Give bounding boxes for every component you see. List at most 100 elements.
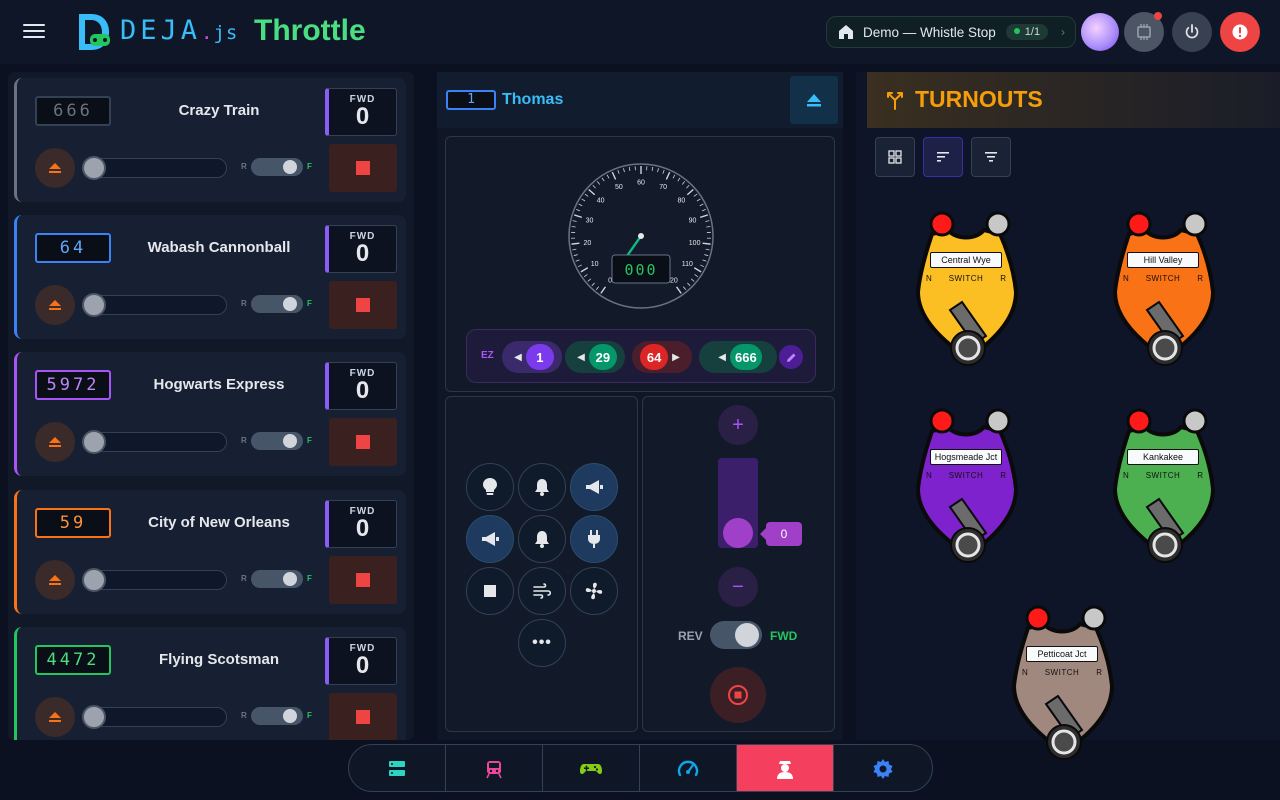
gauge-tick xyxy=(706,226,711,228)
alert-dot xyxy=(1154,12,1162,20)
turnout-switch[interactable]: Hogsmeade Jct N SWITCH R xyxy=(912,405,1032,575)
turnout-state-labels: N SWITCH R xyxy=(1022,668,1102,677)
nav-server[interactable] xyxy=(349,745,446,791)
nav-gamepad[interactable] xyxy=(543,745,640,791)
reverse-label: R xyxy=(1197,471,1203,480)
consist-loco-chip[interactable]: ◀ 29 xyxy=(565,341,625,373)
plus-icon: + xyxy=(732,413,744,436)
bell-icon xyxy=(535,531,549,548)
function-horn-2-button[interactable] xyxy=(466,515,514,563)
stop-button[interactable] xyxy=(329,693,397,740)
layout-selector[interactable]: Demo — Whistle Stop 1/1 › xyxy=(826,16,1076,48)
fwd-label: FWD xyxy=(770,629,798,643)
turnout-switch[interactable]: Petticoat Jct N SWITCH R xyxy=(1008,602,1128,772)
speed-slider[interactable] xyxy=(82,156,227,180)
megaphone-icon xyxy=(482,532,499,546)
nav-train[interactable] xyxy=(446,745,543,791)
speed-down-button[interactable]: − xyxy=(718,567,758,607)
function-bell-2-button[interactable] xyxy=(518,515,566,563)
reverse-label: R xyxy=(1000,274,1006,283)
function-fan-button[interactable] xyxy=(570,567,618,615)
release-loco-button[interactable] xyxy=(35,560,75,600)
speed-slider[interactable] xyxy=(82,430,227,454)
rev-short-label: R xyxy=(241,436,247,445)
consist-loco-chip[interactable]: ◀ 1 xyxy=(502,341,562,373)
direction-toggle[interactable] xyxy=(710,621,762,649)
speed-slider[interactable] xyxy=(82,568,227,592)
filter-button[interactable] xyxy=(971,137,1011,177)
direction-toggle[interactable] xyxy=(251,570,303,588)
function-light-button[interactable] xyxy=(466,463,514,511)
slider-knob[interactable] xyxy=(82,430,106,454)
speed-slider[interactable] xyxy=(82,705,227,729)
release-loco-button[interactable] xyxy=(790,76,838,124)
grid-view-button[interactable] xyxy=(875,137,915,177)
throttle-loco-name: Thomas xyxy=(502,91,564,108)
function-bell-button[interactable] xyxy=(518,463,566,511)
loco-name: Crazy Train xyxy=(178,102,260,119)
direction-toggle[interactable] xyxy=(251,295,303,313)
slider-knob[interactable] xyxy=(82,293,106,317)
pencil-icon xyxy=(786,353,795,362)
turnout-state-labels: N SWITCH R xyxy=(1123,274,1203,283)
release-loco-button[interactable] xyxy=(35,285,75,325)
roster-card[interactable]: 5972 Hogwarts Express FWD 0 R F xyxy=(14,352,406,476)
roster-card[interactable]: 64 Wabash Cannonball FWD 0 R F xyxy=(14,215,406,339)
edit-consist-button[interactable] xyxy=(779,345,803,369)
emergency-stop-button[interactable] xyxy=(1220,12,1260,52)
direction-arrow-icon: ◀ xyxy=(514,351,522,363)
release-loco-button[interactable] xyxy=(35,148,75,188)
turnout-switch[interactable]: Central Wye N SWITCH R xyxy=(912,208,1032,378)
speedometer-gauge: 0102030405060708090100110120000 xyxy=(568,163,714,309)
function-steam-button[interactable] xyxy=(518,567,566,615)
nav-gear[interactable] xyxy=(834,745,931,791)
user-avatar[interactable] xyxy=(1081,13,1119,51)
turnout-state-labels: N SWITCH R xyxy=(926,471,1006,480)
speed-slider-knob[interactable] xyxy=(723,518,753,548)
speed-slider[interactable] xyxy=(82,293,227,317)
nav-speedometer[interactable] xyxy=(640,745,737,791)
turnout-name: Kankakee xyxy=(1127,449,1199,465)
consist-loco-chip[interactable]: ◀ 666 xyxy=(699,341,777,373)
more-functions-button[interactable]: ••• xyxy=(518,619,566,667)
roster-card[interactable]: 666 Crazy Train FWD 0 R F xyxy=(14,78,406,202)
speedometer-icon xyxy=(677,759,699,779)
turnout-name: Hill Valley xyxy=(1127,252,1199,268)
consist-loco-chip[interactable]: 64 ▶ xyxy=(632,341,692,373)
power-button[interactable] xyxy=(1172,12,1212,52)
stop-button[interactable] xyxy=(329,418,397,466)
eject-icon xyxy=(807,94,821,107)
gamepad-icon xyxy=(579,759,603,779)
direction-toggle[interactable] xyxy=(251,432,303,450)
app-title: Throttle xyxy=(254,14,366,47)
turnouts-panel: TURNOUTS Central Wye N SWITCH R Hill Val… xyxy=(856,72,1280,760)
turnout-switch[interactable]: Kankakee N SWITCH R xyxy=(1109,405,1229,575)
sort-button[interactable] xyxy=(923,137,963,177)
roster-card[interactable]: 59 City of New Orleans FWD 0 R F xyxy=(14,490,406,614)
direction-toggle[interactable] xyxy=(251,158,303,176)
turnouts-title: TURNOUTS xyxy=(915,86,1043,112)
turnout-body xyxy=(1011,605,1115,760)
slider-knob[interactable] xyxy=(82,568,106,592)
release-loco-button[interactable] xyxy=(35,422,75,462)
megaphone-icon xyxy=(586,480,603,494)
stop-button[interactable] xyxy=(329,281,397,329)
function-horn-button[interactable] xyxy=(570,463,618,511)
speed-up-button[interactable]: + xyxy=(718,405,758,445)
stop-button[interactable] xyxy=(710,667,766,723)
turnout-switch[interactable]: Hill Valley N SWITCH R xyxy=(1109,208,1229,378)
function-stop-button[interactable] xyxy=(466,567,514,615)
device-status-button[interactable] xyxy=(1124,12,1164,52)
menu-button[interactable] xyxy=(18,20,50,44)
nav-conductor[interactable] xyxy=(737,745,834,791)
slider-knob[interactable] xyxy=(82,156,106,180)
switch-label: SWITCH xyxy=(948,274,984,283)
release-loco-button[interactable] xyxy=(35,697,75,737)
stop-button[interactable] xyxy=(329,144,397,192)
alert-icon xyxy=(1232,24,1248,40)
roster-card[interactable]: 4472 Flying Scotsman FWD 0 R F xyxy=(14,627,406,740)
direction-toggle[interactable] xyxy=(251,707,303,725)
stop-button[interactable] xyxy=(329,556,397,604)
slider-knob[interactable] xyxy=(82,705,106,729)
function-plug-button[interactable] xyxy=(570,515,618,563)
